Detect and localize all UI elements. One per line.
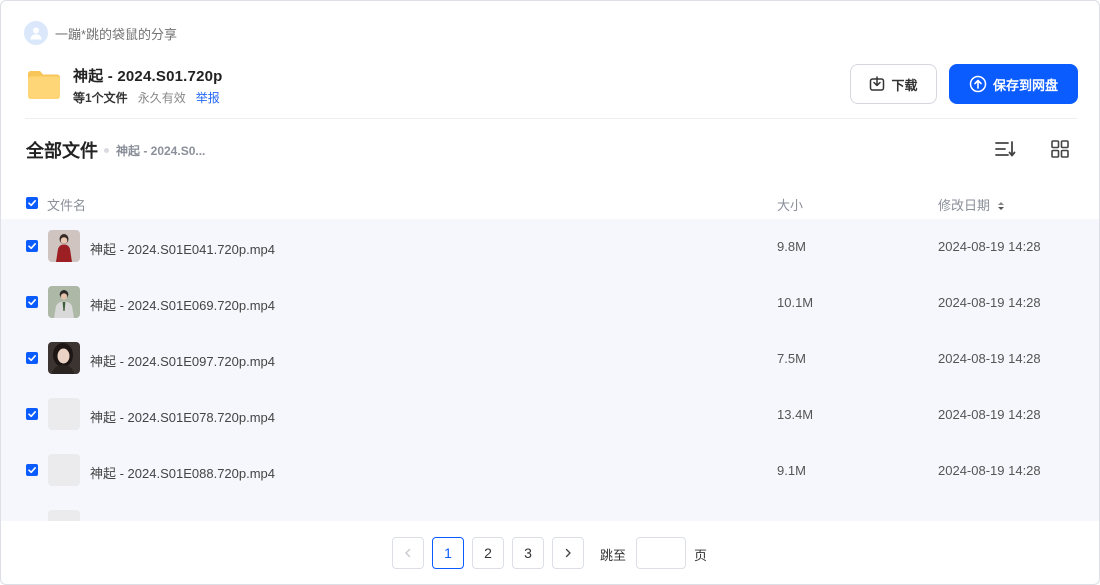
check-icon [28, 243, 36, 250]
file-size: 13.4M [777, 407, 814, 422]
select-all-checkbox[interactable] [26, 197, 38, 209]
chevron-left-icon [405, 548, 411, 558]
column-size[interactable]: 大小 [777, 195, 803, 214]
column-name[interactable]: 文件名 [47, 195, 86, 214]
check-icon [28, 299, 36, 306]
report-link[interactable]: 举报 [196, 89, 220, 106]
check-icon [28, 467, 36, 474]
check-icon [28, 355, 36, 362]
page-button-3[interactable]: 3 [512, 537, 544, 569]
file-modified: 2024-08-19 14:28 [938, 239, 1041, 254]
check-icon [28, 200, 36, 207]
table-header: 文件名 大小 修改日期 [1, 187, 1099, 217]
download-button-label: 下载 [891, 77, 918, 93]
row-checkbox[interactable] [26, 408, 38, 420]
sort-toggle-icon [997, 202, 1004, 210]
file-name[interactable]: 神起 - 2024.S01E078.720p.mp4 [90, 407, 275, 426]
share-page: 一蹦*跳的袋鼠的分享 神起 - 2024.S01.720p 等1个文件 永久有效… [0, 0, 1100, 585]
video-thumbnail [48, 230, 80, 262]
video-thumbnail-placeholder [48, 398, 80, 430]
user-avatar-icon [24, 21, 48, 45]
file-name[interactable]: 神起 - 2024.S01E088.720p.mp4 [90, 463, 275, 482]
save-to-cloud-button[interactable]: 保存到网盘 [949, 64, 1078, 104]
page-unit-label: 页 [694, 548, 708, 563]
file-name[interactable]: 神起 - 2024.S01E069.720p.mp4 [90, 295, 275, 314]
file-modified: 2024-08-19 14:28 [938, 407, 1041, 422]
sort-icon[interactable] [994, 139, 1016, 159]
row-checkbox[interactable] [26, 464, 38, 476]
download-button[interactable]: 下载 [850, 64, 937, 104]
table-row[interactable]: 神起 - 2024.S01E078.720p.mp4 13.4M 2024-08… [1, 387, 1099, 443]
save-button-label: 保存到网盘 [992, 77, 1058, 93]
breadcrumb-root[interactable]: 全部文件 [26, 137, 98, 163]
jump-label: 跳至 [600, 548, 627, 563]
file-size: 10.1M [777, 295, 814, 310]
table-row[interactable]: 神起 - 2024.S01E097.720p.mp4 7.5M 2024-08-… [1, 331, 1099, 387]
column-modified-label: 修改日期 [938, 198, 991, 213]
page-button-2[interactable]: 2 [472, 537, 504, 569]
cloud-upload-icon [969, 75, 987, 93]
file-size: 9.1M [777, 463, 806, 478]
table-row-partial [1, 499, 1099, 521]
folder-icon [28, 71, 60, 99]
video-thumbnail-placeholder [48, 510, 80, 521]
file-name[interactable]: 神起 - 2024.S01E041.720p.mp4 [90, 239, 275, 258]
file-size: 7.5M [777, 351, 806, 366]
share-meta: 等1个文件 永久有效 举报 [73, 89, 220, 106]
file-modified: 2024-08-19 14:28 [938, 463, 1041, 478]
breadcrumb-separator [104, 147, 109, 153]
page-button-1[interactable]: 1 [432, 537, 464, 569]
file-list: 神起 - 2024.S01E041.720p.mp4 9.8M 2024-08-… [1, 219, 1099, 521]
validity-label: 永久有效 [137, 91, 186, 105]
jump-page-input[interactable] [636, 537, 686, 569]
share-title: 神起 - 2024.S01.720p [73, 68, 223, 85]
next-page-button[interactable] [552, 537, 584, 569]
download-icon [870, 76, 885, 91]
video-thumbnail [48, 342, 80, 374]
table-row[interactable]: 神起 - 2024.S01E041.720p.mp4 9.8M 2024-08-… [1, 219, 1099, 275]
breadcrumb: 全部文件 神起 - 2024.S0... [26, 137, 205, 163]
row-checkbox[interactable] [26, 296, 38, 308]
video-thumbnail-placeholder [48, 454, 80, 486]
file-count: 等1个文件 [73, 91, 128, 105]
table-row[interactable]: 神起 - 2024.S01E088.720p.mp4 9.1M 2024-08-… [1, 443, 1099, 499]
table-row[interactable]: 神起 - 2024.S01E069.720p.mp4 10.1M 2024-08… [1, 275, 1099, 331]
sharer-name: 一蹦*跳的袋鼠的分享 [55, 26, 178, 42]
file-size: 9.8M [777, 239, 806, 254]
breadcrumb-current: 神起 - 2024.S0... [116, 143, 206, 158]
row-checkbox[interactable] [26, 352, 38, 364]
row-checkbox[interactable] [26, 240, 38, 252]
file-modified: 2024-08-19 14:28 [938, 295, 1041, 310]
sharer-info: 一蹦*跳的袋鼠的分享 [24, 20, 177, 46]
header-divider [25, 118, 1077, 119]
prev-page-button[interactable] [392, 537, 424, 569]
video-thumbnail [48, 286, 80, 318]
file-name[interactable]: 神起 - 2024.S01E097.720p.mp4 [90, 351, 275, 370]
check-icon [28, 411, 36, 418]
grid-view-icon[interactable] [1050, 139, 1070, 159]
chevron-right-icon [565, 548, 571, 558]
column-modified[interactable]: 修改日期 [938, 195, 1005, 214]
file-modified: 2024-08-19 14:28 [938, 351, 1041, 366]
